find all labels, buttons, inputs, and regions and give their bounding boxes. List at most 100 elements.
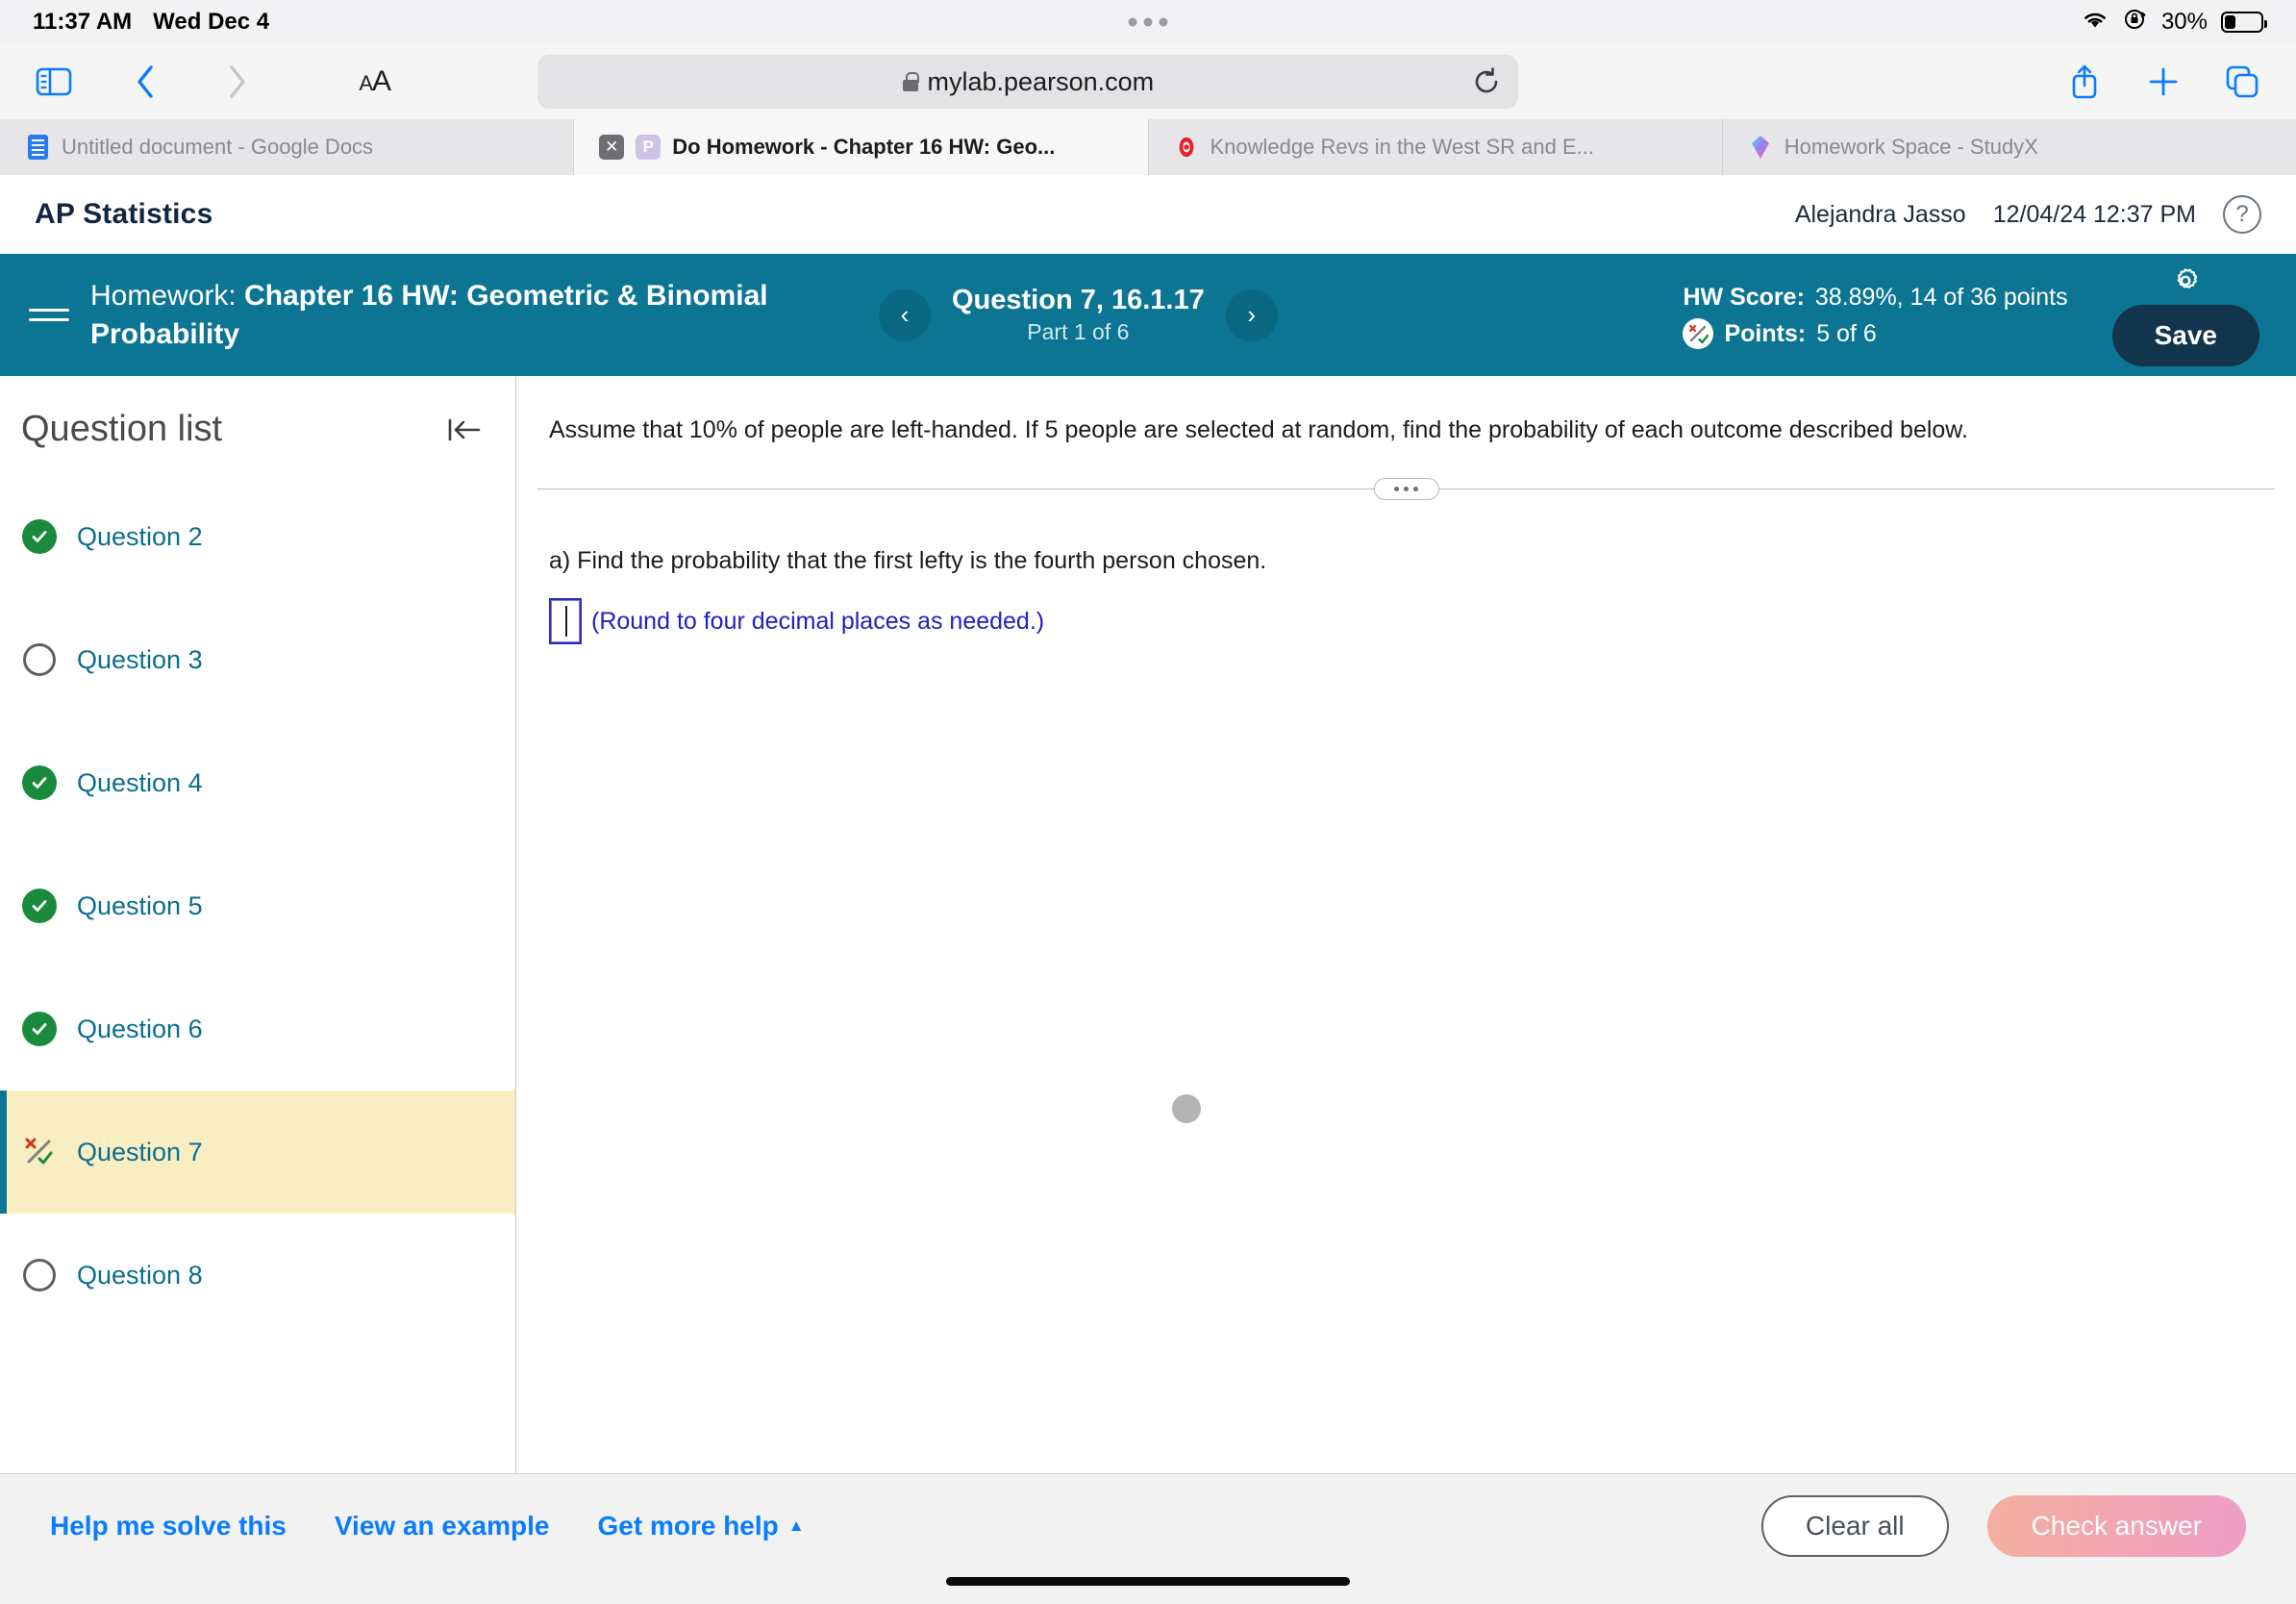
address-bar[interactable]: AAAA mylab.pearson.com [359, 55, 1519, 109]
question-list-item-label: Question 6 [77, 1014, 203, 1043]
status-bar-left: 11:37 AM Wed Dec 4 [33, 9, 269, 36]
points-value: 5 of 6 [1816, 319, 1877, 347]
share-icon[interactable] [2058, 55, 2111, 109]
browser-tab-2-label: Do Homework - Chapter 16 HW: Geo... [672, 135, 1056, 159]
url-text: mylab.pearson.com [927, 66, 1155, 96]
action-buttons: Clear all Check answer [1760, 1494, 2246, 1557]
browser-tab-1[interactable]: Untitled document - Google Docs [0, 119, 575, 175]
partial-credit-icon [1683, 317, 1714, 349]
gear-icon[interactable] [2169, 264, 2202, 297]
answer-input[interactable] [549, 598, 582, 645]
browser-tab-2[interactable]: ✕ P Do Homework - Chapter 16 HW: Geo... [574, 119, 1149, 175]
check-answer-button[interactable]: Check answer [1986, 1494, 2246, 1557]
question-list-item-label: Question 5 [77, 890, 203, 920]
question-list-item-6[interactable]: Question 6 [0, 967, 515, 1090]
hw-score-label: HW Score: [1683, 283, 1805, 311]
question-list-header: Question list [0, 376, 515, 475]
question-list-item-3[interactable]: Question 3 [0, 598, 515, 721]
green-check-icon [21, 764, 58, 801]
green-check-icon [21, 888, 58, 924]
user-name: Alejandra Jasso [1794, 200, 1966, 228]
browser-toolbar-right [2058, 55, 2269, 109]
status-bar-right: 30% [2081, 7, 2267, 38]
green-check-icon [21, 1011, 58, 1047]
browser-tab-4[interactable]: Homework Space - StudyX [1722, 119, 2296, 175]
question-list-title: Question list [21, 409, 223, 449]
lock-icon [902, 72, 919, 91]
hamburger-menu-icon[interactable] [29, 302, 69, 328]
page-header: AP Statistics Alejandra Jasso 12/04/24 1… [0, 175, 2296, 254]
current-datetime: 12/04/24 12:37 PM [1992, 200, 2196, 228]
help-me-solve-this-link[interactable]: Help me solve this [50, 1511, 287, 1541]
url-display: mylab.pearson.com [555, 67, 1501, 97]
question-list-item-4[interactable]: Question 4 [0, 721, 515, 844]
answer-hint: (Round to four decimal places as needed.… [591, 607, 1045, 635]
answer-row: (Round to four decimal places as needed.… [516, 575, 2296, 645]
question-list-item-label: Question 2 [77, 521, 203, 551]
question-number: Question 7, 16.1.17 [952, 285, 1205, 315]
status-bar-date: Wed Dec 4 [153, 9, 270, 35]
home-indicator [0, 1577, 2296, 1604]
points-label: Points: [1724, 319, 1807, 347]
touch-point-indicator [1172, 1094, 1201, 1124]
collapse-panel-icon[interactable] [446, 414, 483, 445]
question-list-item-5[interactable]: Question 5 [0, 844, 515, 967]
page-title: AP Statistics [35, 198, 213, 230]
reload-icon[interactable] [1472, 66, 1501, 97]
question-pane: Assume that 10% of people are left-hande… [516, 376, 2296, 1473]
question-mark-icon[interactable]: ? [2223, 195, 2261, 234]
status-bar-time: 11:37 AM [33, 9, 133, 35]
question-part-text: a) Find the probability that the first l… [549, 547, 1267, 575]
caret-up-icon: ▲ [787, 1516, 805, 1535]
question-part: Part 1 of 6 [1027, 319, 1130, 344]
text-size-button[interactable]: AAAA [359, 65, 391, 98]
wifi-icon [2081, 9, 2109, 37]
tabs-overview-icon[interactable] [2215, 55, 2269, 109]
score-summary: HW Score: 38.89%, 14 of 36 points Points… [1683, 279, 2068, 352]
browser-toolbar: AAAA mylab.pearson.com [0, 44, 2296, 119]
question-list-item-2[interactable]: Question 2 [0, 475, 515, 598]
empty-circle-icon [21, 641, 58, 678]
prev-question-icon[interactable]: ‹ [879, 288, 931, 341]
question-list-item-label: Question 4 [77, 767, 203, 797]
question-list-item-label: Question 7 [77, 1137, 203, 1166]
browser-tab-4-label: Homework Space - StudyX [1784, 135, 2038, 159]
points-row: Points: 5 of 6 [1683, 315, 2067, 352]
hw-score-row: HW Score: 38.89%, 14 of 36 points [1683, 279, 2067, 315]
question-list-item-label: Question 8 [77, 1260, 203, 1290]
partial-credit-icon [21, 1134, 58, 1170]
homework-title: Homework: Chapter 16 HW: Geometric & Bin… [90, 277, 783, 354]
next-question-icon[interactable]: › [1225, 288, 1278, 341]
drag-handle-dots-icon[interactable] [1373, 478, 1439, 501]
question-list-panel: Question list Question 2 Question 3 Ques… [0, 376, 516, 1473]
save-button[interactable]: Save [2111, 304, 2259, 366]
question-list-item-label: Question 3 [77, 644, 203, 674]
browser-tab-3[interactable]: Knowledge Revs in the West SR and E... [1148, 119, 1723, 175]
browser-tab-3-label: Knowledge Revs in the West SR and E... [1210, 135, 1594, 159]
section-divider [537, 478, 2275, 501]
back-chevron-icon[interactable] [119, 55, 173, 109]
pearson-p-icon: P [636, 135, 661, 160]
get-more-help-label: Get more help [597, 1510, 779, 1541]
green-check-icon [21, 518, 58, 555]
question-list-item-7[interactable]: Question 7 [0, 1090, 515, 1214]
plus-icon[interactable] [2136, 55, 2190, 109]
empty-circle-icon [21, 1257, 58, 1293]
homework-prefix: Homework: [90, 279, 237, 312]
page-header-right: Alejandra Jasso 12/04/24 12:37 PM ? [1795, 195, 2261, 234]
question-list-item-8[interactable]: Question 8 [0, 1214, 515, 1337]
battery-icon [2221, 12, 2267, 33]
clear-all-button[interactable]: Clear all [1760, 1494, 1949, 1557]
studyx-icon [1748, 135, 1773, 160]
content-split: Question list Question 2 Question 3 Ques… [0, 376, 2296, 1473]
banner-actions: Save [2111, 264, 2259, 366]
sidebar-toggle-icon[interactable] [27, 55, 81, 109]
rotation-lock-icon [2123, 7, 2148, 38]
question-navigator: ‹ Question 7, 16.1.17 Part 1 of 6 › [879, 285, 1278, 345]
google-docs-icon [25, 135, 50, 160]
question-navigator-label: Question 7, 16.1.17 Part 1 of 6 [952, 285, 1205, 345]
get-more-help-link[interactable]: Get more help ▲ [597, 1511, 804, 1541]
homework-banner: Homework: Chapter 16 HW: Geometric & Bin… [0, 254, 2296, 376]
view-an-example-link[interactable]: View an example [335, 1511, 550, 1541]
close-icon[interactable]: ✕ [599, 135, 625, 160]
